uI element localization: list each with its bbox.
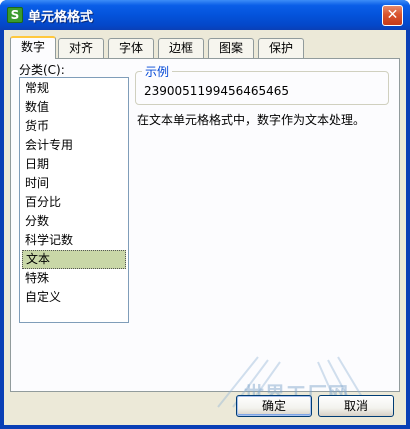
tab-pattern[interactable]: 图案 (208, 38, 254, 58)
dialog-client-area: 数字 对齐 字体 边框 图案 保护 分类(C): 常规 数值 货币 会计专用 日… (4, 30, 406, 425)
category-item-custom[interactable]: 自定义 (22, 288, 126, 307)
category-listbox[interactable]: 常规 数值 货币 会计专用 日期 时间 百分比 分数 科学记数 文本 特殊 自定… (19, 77, 129, 323)
category-item-accounting[interactable]: 会计专用 (22, 136, 126, 155)
category-item-general[interactable]: 常规 (22, 79, 126, 98)
category-item-date[interactable]: 日期 (22, 155, 126, 174)
tab-alignment[interactable]: 对齐 (58, 38, 104, 58)
tab-font[interactable]: 字体 (108, 38, 154, 58)
category-item-percentage[interactable]: 百分比 (22, 193, 126, 212)
category-item-currency[interactable]: 货币 (22, 117, 126, 136)
category-item-text[interactable]: 文本 (22, 250, 126, 269)
tab-panel-number: 分类(C): 常规 数值 货币 会计专用 日期 时间 百分比 分数 科学记数 文… (10, 58, 400, 392)
close-button[interactable]: ✕ (382, 5, 403, 26)
category-item-special[interactable]: 特殊 (22, 269, 126, 288)
ok-button[interactable]: 确定 (236, 395, 312, 417)
tab-number[interactable]: 数字 (10, 36, 56, 59)
cancel-button[interactable]: 取消 (318, 395, 394, 417)
category-label: 分类(C): (19, 63, 65, 77)
sample-value: 2390051199456465465 (144, 84, 290, 98)
sample-groupbox: 示例 2390051199456465465 (135, 63, 389, 105)
category-item-fraction[interactable]: 分数 (22, 212, 126, 231)
sample-legend: 示例 (142, 63, 173, 80)
format-description: 在文本单元格格式中，数字作为文本处理。 (137, 113, 366, 127)
category-item-time[interactable]: 时间 (22, 174, 126, 193)
dialog-window: S 单元格格式 ✕ 数字 对齐 字体 边框 图案 保护 分类(C): 常规 数值… (0, 0, 410, 429)
tab-border[interactable]: 边框 (158, 38, 204, 58)
category-item-number[interactable]: 数值 (22, 98, 126, 117)
wps-app-icon: S (7, 7, 23, 23)
title-bar[interactable]: S 单元格格式 ✕ (0, 0, 410, 30)
category-item-scientific[interactable]: 科学记数 (22, 231, 126, 250)
dialog-title: 单元格格式 (28, 10, 94, 25)
tab-protection[interactable]: 保护 (258, 38, 304, 58)
